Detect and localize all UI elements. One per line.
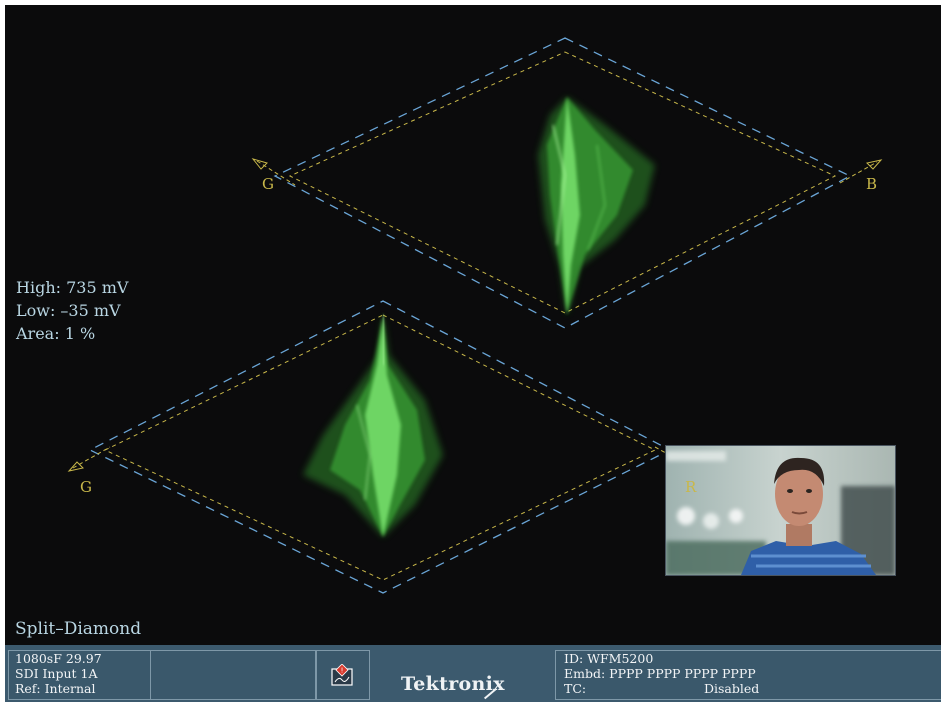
input-source: SDI Input 1A: [15, 666, 98, 681]
svg-text:!: !: [341, 667, 344, 675]
readout-low: Low: –35 mV: [16, 301, 121, 320]
timecode-label: TC:: [564, 681, 587, 696]
top-diamond-label-b: B: [866, 175, 878, 193]
top-diamond-label-g: G: [262, 175, 274, 193]
display-mode-label: Split–Diamond: [15, 619, 142, 639]
instrument-id: ID: WFM5200: [564, 651, 654, 666]
readout-high: High: 735 mV: [16, 278, 129, 297]
timecode-value: Disabled: [704, 681, 760, 696]
bottom-diamond-label-r: R: [685, 478, 697, 496]
status-panel-empty: [150, 650, 316, 700]
readout-area: Area: 1 %: [16, 324, 96, 343]
bottom-diamond-label-g: G: [80, 478, 92, 496]
embedded-audio-status: Embd: PPPP PPPP PPPP PPPP: [564, 666, 756, 681]
signal-info-panel: 1080sF 29.97 SDI Input 1A Ref: Internal: [8, 650, 151, 700]
bottom-diamond-trace: [303, 314, 443, 537]
video-format: 1080sF 29.97: [15, 651, 102, 666]
timecode-row: TC: Disabled: [564, 681, 941, 696]
top-diamond-trace: [538, 97, 655, 315]
instrument-info-panel: ID: WFM5200 Embd: PPPP PPPP PPPP PPPP TC…: [555, 650, 941, 700]
picture-thumbnail: [665, 445, 896, 576]
monitor-screen: High: 735 mV Low: –35 mV Area: 1 % G B G…: [5, 5, 941, 702]
alarm-panel: !: [316, 650, 370, 700]
alarm-warning-icon[interactable]: !: [331, 664, 353, 686]
reference-source: Ref: Internal: [15, 681, 96, 696]
